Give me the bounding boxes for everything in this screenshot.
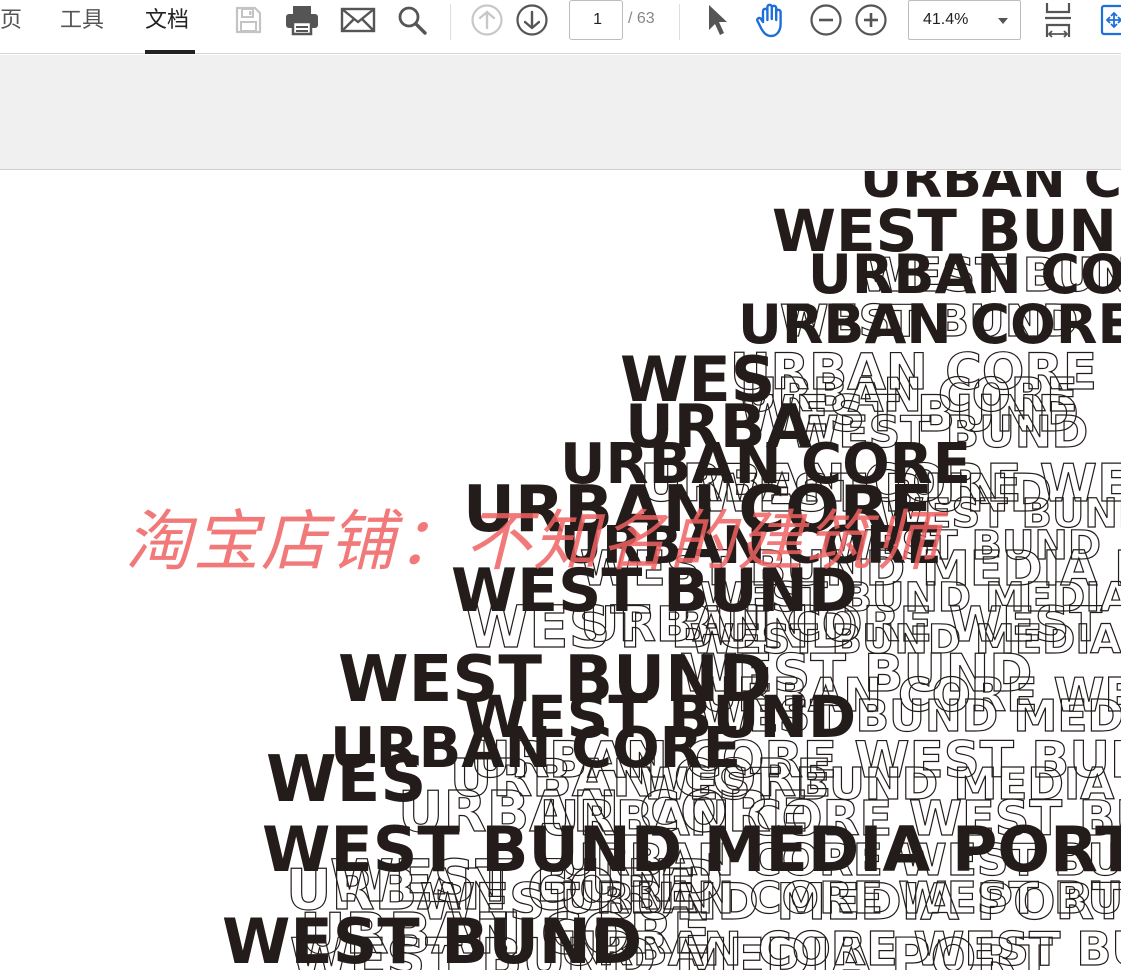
search-icon	[398, 6, 427, 35]
tab-document[interactable]: 文档	[145, 6, 189, 36]
zoom-level-select[interactable]: 41.4%	[908, 0, 1021, 40]
hand-icon	[756, 3, 782, 38]
tab-home[interactable]: 页	[0, 6, 22, 36]
zoom-out-icon	[810, 4, 842, 36]
page-number-input[interactable]	[569, 0, 623, 40]
next-page-button[interactable]	[512, 2, 552, 38]
print-icon	[286, 6, 318, 36]
search-button[interactable]	[392, 2, 432, 38]
toolbar-separator	[679, 4, 680, 40]
toolbar-separator	[450, 4, 451, 40]
save-icon	[235, 6, 262, 34]
tab-tools[interactable]: 工具	[60, 6, 104, 36]
watermark-text: 淘宝店铺：不知名的建筑师	[125, 503, 941, 580]
arrow-up-icon	[471, 4, 503, 36]
zoom-in-icon	[855, 4, 887, 36]
fit-width-button[interactable]	[1092, 2, 1121, 38]
active-tab-indicator	[145, 50, 195, 54]
previous-page-button[interactable]	[467, 2, 507, 38]
fit-width-icon	[1100, 4, 1121, 36]
toolbar: 页 工具 文档 1 / 63 41.4%	[0, 0, 1121, 54]
zoom-in-button[interactable]	[851, 2, 891, 38]
arrow-down-icon	[516, 4, 548, 36]
pointer-icon	[709, 5, 727, 35]
typography-line: WEST BUND	[780, 296, 1078, 347]
hand-tool-button[interactable]	[752, 2, 792, 38]
page-total: / 63	[628, 10, 655, 27]
mail-icon	[340, 7, 376, 33]
email-button[interactable]	[338, 2, 378, 38]
select-tool-button[interactable]	[697, 2, 737, 38]
typography-line: URBAN CORE WEST BUND	[560, 922, 1121, 970]
zoom-level-value: 41.4%	[923, 11, 969, 28]
zoom-out-button[interactable]	[806, 2, 846, 38]
fit-page-icon	[1045, 3, 1071, 38]
toolbar-secondary-area	[0, 55, 1121, 170]
print-button[interactable]	[282, 2, 322, 38]
fit-page-button[interactable]	[1038, 2, 1078, 38]
chevron-down-icon	[998, 18, 1008, 24]
save-button[interactable]	[228, 2, 268, 38]
